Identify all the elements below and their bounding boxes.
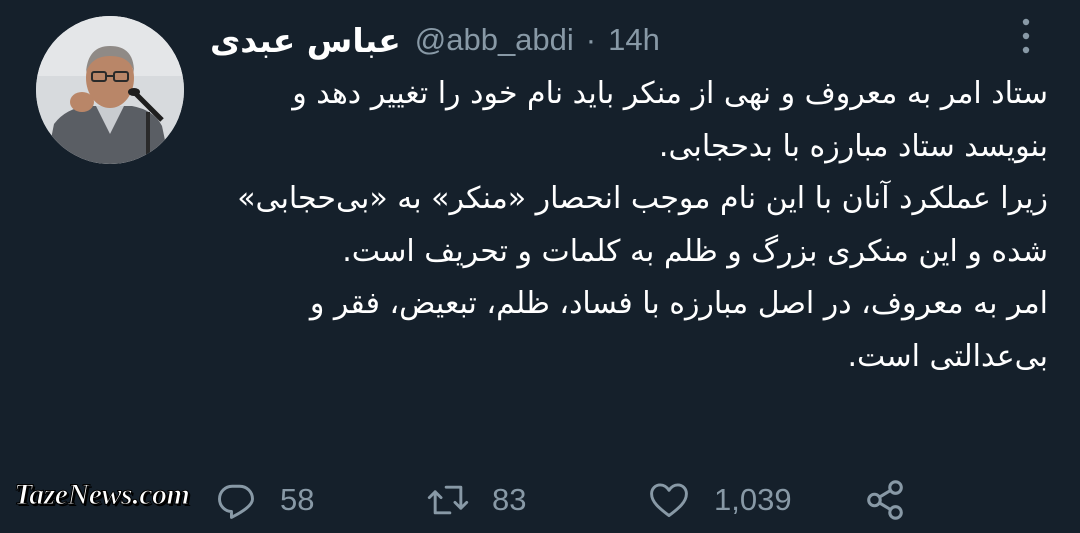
reply-icon [218, 484, 254, 519]
like-count: 1,039 [714, 482, 792, 517]
reply-count: 58 [280, 482, 315, 517]
tweet-paragraph: زیرا عملکرد آنان با این نام موجب انحصار … [237, 181, 1048, 269]
more-vertical-icon [1022, 18, 1030, 54]
tweet-header: عباس عبدی @abb_abdi · 14h [210, 12, 660, 68]
avatar[interactable] [36, 16, 184, 164]
retweet-count: 83 [492, 482, 527, 517]
reply-button[interactable]: 58 [214, 470, 314, 530]
retweet-button[interactable]: 83 [426, 470, 526, 530]
tweet-timestamp[interactable]: 14h [608, 22, 660, 58]
author-display-name[interactable]: عباس عبدی [210, 21, 401, 60]
like-button[interactable]: 1,039 [646, 470, 792, 530]
retweet-icon [427, 485, 469, 515]
avatar-photo [36, 16, 184, 164]
more-options-button[interactable] [1010, 12, 1042, 60]
share-button[interactable] [862, 470, 908, 530]
tweet-text: ستاد امر به معروف و نهی از منکر باید نام… [210, 68, 1048, 383]
header-separator: · [585, 22, 597, 57]
author-handle[interactable]: @abb_abdi [415, 22, 574, 58]
heart-icon [650, 483, 688, 518]
tweet-paragraph: امر به معروف، در اصل مبارزه با فساد، ظلم… [309, 286, 1048, 374]
share-icon [867, 480, 903, 520]
tweet-paragraph: ستاد امر به معروف و نهی از منکر باید نام… [292, 76, 1048, 164]
watermark: TazeNews.com [13, 478, 190, 512]
